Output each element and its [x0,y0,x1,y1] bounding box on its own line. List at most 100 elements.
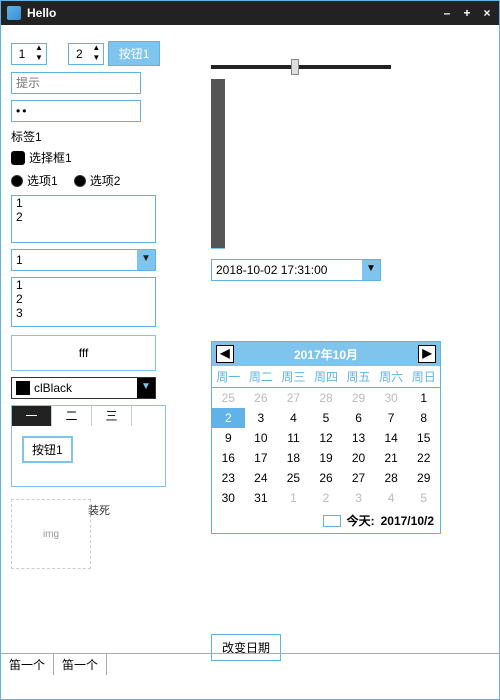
calendar-dow: 周日 [407,366,440,388]
calendar-day[interactable]: 2 [310,488,343,508]
calendar-day[interactable]: 30 [375,388,408,408]
calendar-day[interactable]: 6 [342,408,375,428]
window-title: Hello [27,6,441,20]
password-input[interactable] [11,100,141,122]
today-label: 今天: [347,512,375,529]
text-input-1[interactable] [11,72,141,94]
calendar-day[interactable]: 27 [342,468,375,488]
calendar-day[interactable]: 18 [277,448,310,468]
calendar-day[interactable]: 4 [277,408,310,428]
list-item[interactable]: 1 [12,278,155,292]
tab-3[interactable]: 三 [92,406,132,426]
calendar-day[interactable]: 17 [245,448,278,468]
spin-down-icon[interactable]: ▼ [32,54,46,64]
calendar-today-row[interactable]: 今天: 2017/10/2 [212,508,440,533]
calendar-day[interactable]: 5 [310,408,343,428]
calendar-day[interactable]: 8 [407,408,440,428]
calendar-day[interactable]: 14 [375,428,408,448]
calendar-day[interactable]: 21 [375,448,408,468]
radio-icon[interactable] [74,175,86,187]
calendar-day[interactable]: 25 [277,468,310,488]
tab-button-1[interactable]: 按钮1 [22,436,73,463]
calendar-day[interactable]: 16 [212,448,245,468]
calendar-day[interactable]: 12 [310,428,343,448]
calendar-day[interactable]: 23 [212,468,245,488]
calendar-day[interactable]: 9 [212,428,245,448]
app-icon [7,6,21,20]
calendar-day[interactable]: 13 [342,428,375,448]
slider-thumb[interactable] [291,59,299,75]
content-area: ▲▼ ▲▼ 按钮1 标签1 选择框1 选项1 选 [1,25,499,675]
titlebar[interactable]: Hello – + × [1,1,499,25]
calendar-day[interactable]: 3 [245,408,278,428]
maximize-icon[interactable]: + [461,7,473,19]
close-icon[interactable]: × [481,7,493,19]
spin-value-1[interactable] [12,44,32,64]
calendar-day[interactable]: 11 [277,428,310,448]
datetime-value[interactable]: 2018-10-02 17:31:00 [212,263,362,277]
spinbox-2[interactable]: ▲▼ [68,43,104,65]
datetime-picker[interactable]: 2018-10-02 17:31:00 ▼ [211,259,381,281]
calendar-day[interactable]: 10 [245,428,278,448]
checkbox-1[interactable]: 选择框1 [11,149,191,166]
calendar-day[interactable]: 29 [342,388,375,408]
slider[interactable] [211,65,391,69]
calendar-day[interactable]: 26 [245,388,278,408]
list-item[interactable]: 2 [12,292,155,306]
calendar-day[interactable]: 20 [342,448,375,468]
calendar-day[interactable]: 28 [375,468,408,488]
listbox-2[interactable]: 123 [11,277,156,327]
calendar-day[interactable]: 31 [245,488,278,508]
button-1[interactable]: 按钮1 [108,41,161,66]
tab-2[interactable]: 二 [52,406,92,426]
color-combo[interactable]: clBlack ▼ [11,377,156,399]
calendar-header: ◀ 2017年10月 ▶ [212,342,440,366]
calendar-day[interactable]: 26 [310,468,343,488]
calendar-day[interactable]: 19 [310,448,343,468]
minimize-icon[interactable]: – [441,7,453,19]
window-controls: – + × [441,7,493,19]
calendar-prev-icon[interactable]: ◀ [216,345,234,363]
calendar-day[interactable]: 15 [407,428,440,448]
calendar-day[interactable]: 7 [375,408,408,428]
dropdown-icon[interactable]: ▼ [362,260,380,280]
radio-icon[interactable] [11,175,23,187]
calendar-next-icon[interactable]: ▶ [418,345,436,363]
checkbox-icon[interactable] [11,151,25,165]
calendar-day[interactable]: 1 [277,488,310,508]
radio-option-1[interactable]: 选项1 [11,172,58,189]
listbox-1[interactable]: 12 [11,195,156,243]
spinbox-1[interactable]: ▲▼ [11,43,47,65]
spin-value-2[interactable] [69,44,89,64]
calendar-day[interactable]: 24 [245,468,278,488]
calendar-day[interactable]: 3 [342,488,375,508]
today-box-icon [323,515,341,527]
calendar-day[interactable]: 1 [407,388,440,408]
list-item[interactable]: 2 [12,210,155,224]
calendar-dow: 周二 [245,366,278,388]
calendar-day[interactable]: 30 [212,488,245,508]
calendar-day[interactable]: 29 [407,468,440,488]
list-item[interactable]: 3 [12,306,155,320]
tab-1[interactable]: 一 [12,406,52,426]
today-value: 2017/10/2 [381,514,434,528]
dropdown-icon[interactable]: ▼ [137,250,155,270]
calendar-day[interactable]: 27 [277,388,310,408]
combobox-1[interactable]: 1 ▼ [11,249,156,271]
calendar[interactable]: ◀ 2017年10月 ▶ 周一周二周三周四周五周六周日2526272829301… [211,341,441,534]
radio-group: 选项1 选项2 [11,172,191,189]
calendar-day[interactable]: 4 [375,488,408,508]
slider-track[interactable] [211,65,391,69]
calendar-day[interactable]: 28 [310,388,343,408]
calendar-day[interactable]: 2 [212,408,245,428]
calendar-day[interactable]: 25 [212,388,245,408]
calendar-day[interactable]: 22 [407,448,440,468]
calendar-title: 2017年10月 [294,346,358,363]
calendar-dow: 周四 [310,366,343,388]
calendar-day[interactable]: 5 [407,488,440,508]
radio-option-2[interactable]: 选项2 [74,172,121,189]
list-item[interactable]: 1 [12,196,155,210]
spin-down-icon[interactable]: ▼ [89,54,103,64]
group-text: fff [79,346,89,360]
dropdown-icon[interactable]: ▼ [137,378,155,398]
